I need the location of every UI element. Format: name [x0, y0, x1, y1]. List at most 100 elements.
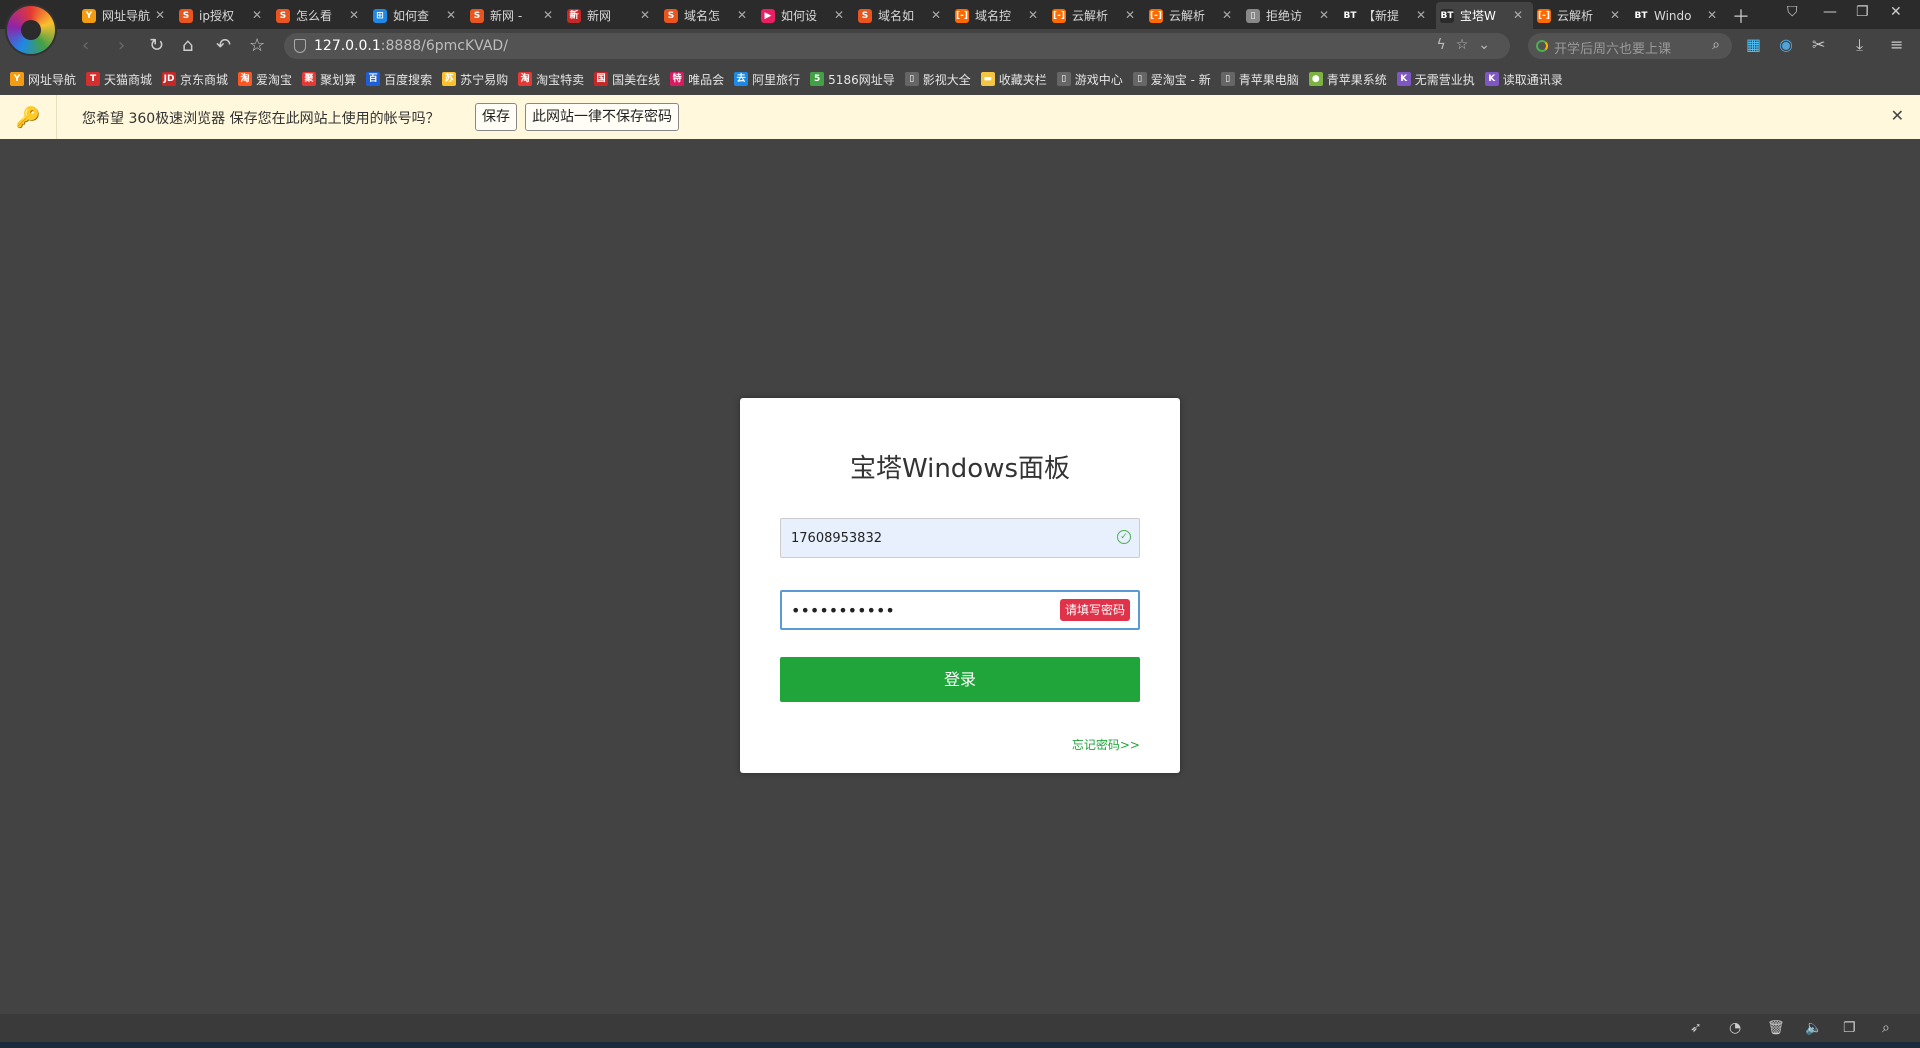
- tab-0[interactable]: Y 网址导航 ✕: [78, 2, 175, 29]
- tab-5[interactable]: 新新网 ✕: [563, 2, 660, 29]
- never-save-button[interactable]: 此网站一律不保存密码: [525, 103, 679, 131]
- rocket-icon[interactable]: ➶: [1690, 1020, 1702, 1036]
- tab-close-icon[interactable]: ✕: [1416, 8, 1426, 22]
- bookmark-item[interactable]: 去阿里旅行: [734, 71, 800, 88]
- login-button[interactable]: 登录: [780, 657, 1140, 702]
- reload-icon[interactable]: ↻: [149, 35, 164, 56]
- bookmark-item[interactable]: 百百度搜索: [366, 71, 432, 88]
- tab-close-icon[interactable]: ✕: [1028, 8, 1038, 22]
- tab-2[interactable]: S 怎么看 ✕: [272, 2, 369, 29]
- bookmark-item[interactable]: JD 京东商城: [162, 71, 228, 88]
- bookmark-item[interactable]: 聚聚划算: [302, 71, 356, 88]
- bookmark-item[interactable]: 5 5186网址导: [810, 71, 895, 88]
- tab-16[interactable]: BT Windo ✕: [1630, 2, 1727, 29]
- bookmark-star-icon[interactable]: ☆: [249, 35, 265, 56]
- search-icon[interactable]: ⌕: [1712, 37, 1720, 53]
- search-engine-icon[interactable]: [1536, 40, 1548, 52]
- apps-grid-icon[interactable]: ▦: [1746, 35, 1761, 54]
- tab-1[interactable]: Sip授权 ✕: [175, 2, 272, 29]
- save-password-button[interactable]: 保存: [475, 103, 517, 131]
- tab-close-icon[interactable]: ✕: [349, 8, 359, 22]
- username-field[interactable]: 17608953832 ✓: [780, 518, 1140, 558]
- tab-9[interactable]: [-] 域名控 ✕: [951, 2, 1048, 29]
- tab-close-icon[interactable]: ✕: [252, 8, 262, 22]
- tab-close-icon[interactable]: ✕: [737, 8, 747, 22]
- minimize-button[interactable]: —: [1823, 4, 1837, 20]
- search-box[interactable]: 开学后周六也要上课 ⌕: [1528, 33, 1732, 59]
- bookmark-item[interactable]: ▯ 青苹果电脑: [1220, 71, 1299, 88]
- password-field[interactable]: ••••••••••• 请填写密码: [780, 590, 1140, 630]
- zoom-icon[interactable]: ⌕: [1882, 1020, 1890, 1036]
- tab-10[interactable]: [-] 云解析 ✕: [1048, 2, 1145, 29]
- tab-close-icon[interactable]: ✕: [834, 8, 844, 22]
- browser-logo-icon[interactable]: [7, 6, 55, 54]
- username-value: 17608953832: [791, 531, 882, 546]
- close-icon[interactable]: ✕: [1891, 106, 1904, 125]
- tab-6[interactable]: S 域名怎 ✕: [660, 2, 757, 29]
- bookmark-item[interactable]: 国国美在线: [594, 71, 660, 88]
- restore-button[interactable]: ❐: [1856, 4, 1869, 20]
- bookmark-item[interactable]: 淘淘宝特卖: [518, 71, 584, 88]
- tab-close-icon[interactable]: ✕: [931, 8, 941, 22]
- tab-close-icon[interactable]: ✕: [640, 8, 650, 22]
- tab-close-icon[interactable]: ✕: [1707, 8, 1717, 22]
- tab-14[interactable]: BT 宝塔W ✕: [1436, 2, 1533, 29]
- tab-close-icon[interactable]: ✕: [543, 8, 553, 22]
- dropdown-chevron-icon[interactable]: ⌄: [1478, 37, 1500, 53]
- tab-close-icon[interactable]: ✕: [446, 8, 456, 22]
- url-text[interactable]: 127.0.0.1:8888/6pmcKVAD/: [314, 38, 508, 54]
- bookmark-item[interactable]: ▯ 爱淘宝 - 新: [1132, 71, 1211, 88]
- tab-favicon-icon: [-]: [955, 8, 969, 23]
- home-icon[interactable]: ⌂: [182, 35, 193, 56]
- download-icon[interactable]: ⤓: [1856, 35, 1863, 55]
- tab-13[interactable]: BT 【新提 ✕: [1339, 2, 1436, 29]
- tab-close-icon[interactable]: ✕: [1125, 8, 1135, 22]
- url-host: 127.0.0.1: [314, 38, 381, 54]
- extension-globe-icon[interactable]: ◉: [1779, 35, 1793, 54]
- back-icon[interactable]: ‹: [82, 35, 89, 56]
- tab-favicon-icon: BT: [1440, 8, 1454, 23]
- new-tab-button[interactable]: ＋: [1732, 3, 1750, 29]
- tab-close-icon[interactable]: ✕: [1222, 8, 1232, 22]
- undo-close-icon[interactable]: ↶: [216, 35, 231, 56]
- bookmark-item[interactable]: ▯ 影视大全: [904, 71, 971, 88]
- volume-icon[interactable]: 🔈: [1805, 1020, 1822, 1036]
- tab-7[interactable]: ▶ 如何设 ✕: [757, 2, 854, 29]
- menu-icon[interactable]: ≡: [1890, 35, 1903, 54]
- forward-icon[interactable]: ›: [118, 35, 125, 56]
- tab-12[interactable]: ▯ 拒绝访 ✕: [1242, 2, 1339, 29]
- screenshot-scissors-icon[interactable]: ✂: [1812, 35, 1825, 54]
- bookmark-item[interactable]: ▯ 游戏中心: [1056, 71, 1123, 88]
- bookmark-item[interactable]: K 无需营业执: [1396, 71, 1475, 88]
- bookmark-item[interactable]: 淘爱淘宝: [238, 71, 292, 88]
- bookmark-item[interactable]: ▬ 收藏夹栏: [980, 71, 1047, 88]
- tab-favicon-icon: S: [664, 8, 678, 23]
- speed-dial-icon[interactable]: ◔: [1729, 1020, 1741, 1036]
- bookmark-item[interactable]: ● 青苹果系统: [1308, 71, 1387, 88]
- address-bar[interactable]: 127.0.0.1:8888/6pmcKVAD/ ϟ☆⌄: [284, 33, 1510, 59]
- tab-close-icon[interactable]: ✕: [1513, 8, 1523, 22]
- tab-close-icon[interactable]: ✕: [1319, 8, 1329, 22]
- bookmark-item[interactable]: 苏苏宁易购: [442, 71, 508, 88]
- pin-window-icon[interactable]: ⛉: [1787, 4, 1798, 20]
- speed-mode-icon[interactable]: ϟ: [1436, 37, 1455, 53]
- tab-favicon-icon: S: [858, 8, 872, 23]
- bookmark-item[interactable]: 特唯品会: [670, 71, 724, 88]
- window-icon[interactable]: ❐: [1843, 1020, 1856, 1036]
- tab-15[interactable]: [-] 云解析 ✕: [1533, 2, 1630, 29]
- bookmark-label: 游戏中心: [1074, 72, 1123, 87]
- forgot-password-link[interactable]: 忘记密码>>: [1072, 736, 1140, 753]
- favorite-icon[interactable]: ☆: [1456, 37, 1479, 53]
- tab-close-icon[interactable]: ✕: [1610, 8, 1620, 22]
- tab-11[interactable]: [-] 云解析 ✕: [1145, 2, 1242, 29]
- tab-4[interactable]: S 新网 - ✕: [466, 2, 563, 29]
- security-shield-icon[interactable]: [294, 39, 306, 53]
- tab-close-icon[interactable]: ✕: [155, 8, 165, 22]
- bookmark-item[interactable]: Y 网址导航: [10, 71, 76, 88]
- tab-8[interactable]: S 域名如 ✕: [854, 2, 951, 29]
- close-window-button[interactable]: ✕: [1890, 4, 1902, 20]
- bookmark-item[interactable]: T 天猫商城: [86, 71, 152, 88]
- bookmark-item[interactable]: K 读取通讯录: [1484, 71, 1563, 88]
- tab-3[interactable]: ⊞ 如何查 ✕: [369, 2, 466, 29]
- trash-icon[interactable]: 🗑: [1767, 1020, 1785, 1036]
